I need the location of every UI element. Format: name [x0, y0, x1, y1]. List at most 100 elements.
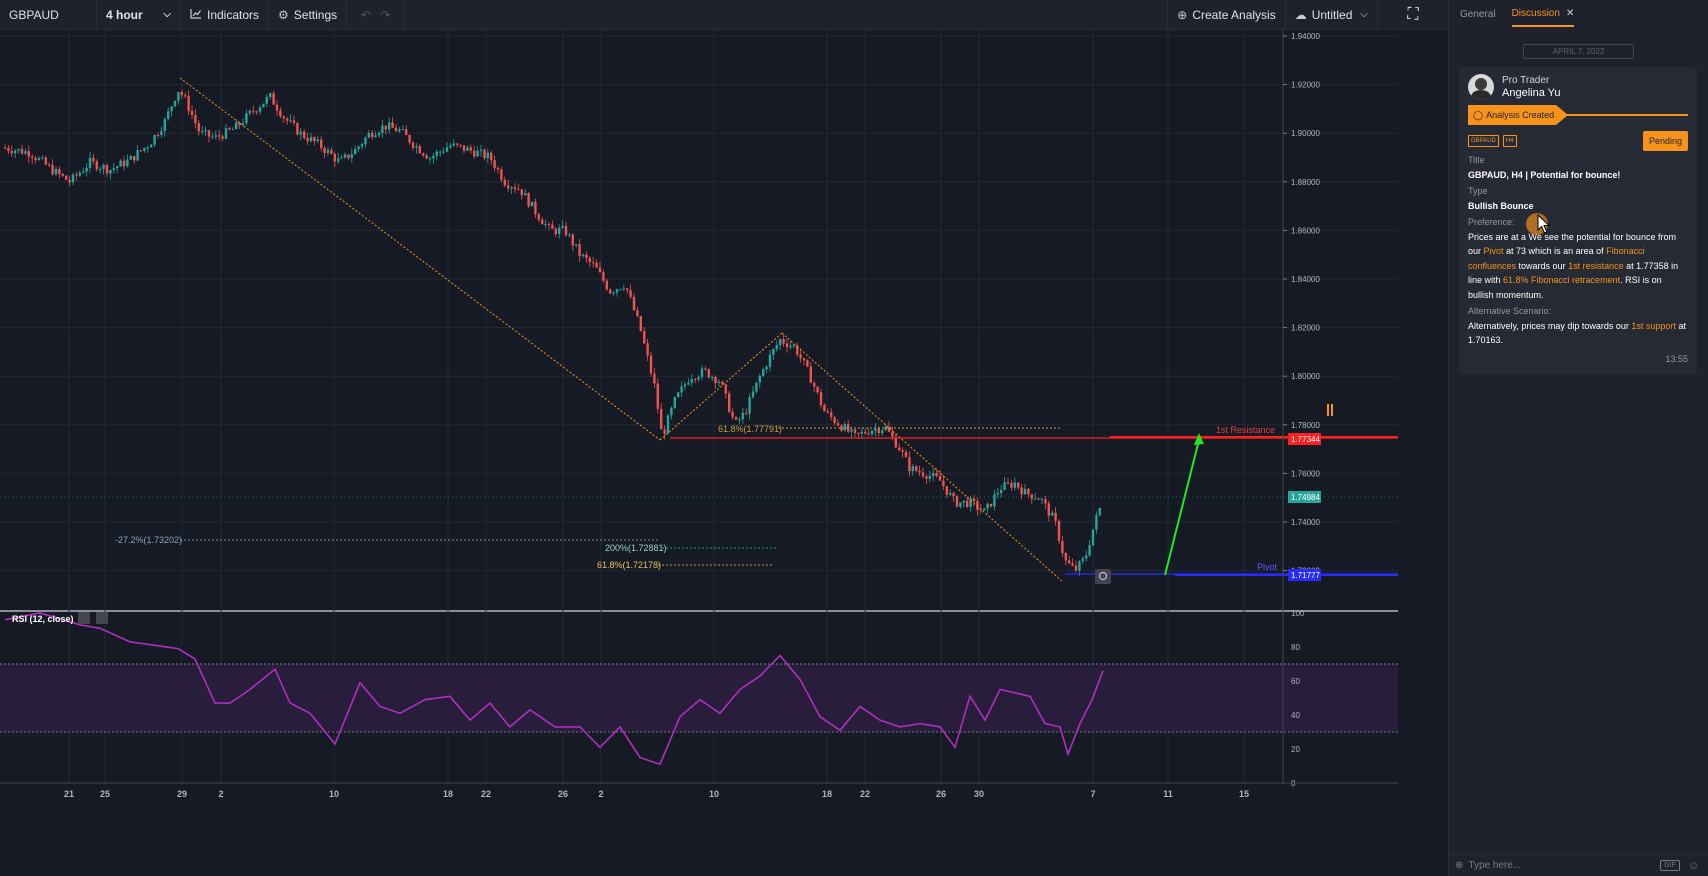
candle-body — [1000, 489, 1003, 494]
candle-body — [71, 174, 75, 183]
candle-body — [269, 93, 272, 97]
time-label: 7 — [1090, 789, 1095, 799]
candle-body — [296, 123, 299, 135]
tag-row: GBPAUD H4 Pending — [1468, 130, 1688, 152]
candle-body — [194, 115, 197, 124]
candle-body — [112, 168, 115, 171]
date-separator: APRIL 7, 2022 — [1523, 44, 1634, 59]
candle-body — [1068, 560, 1071, 564]
resize-handle — [1331, 404, 1333, 416]
candle-body — [646, 343, 649, 356]
candle-body — [184, 95, 187, 97]
candle-body — [524, 193, 527, 196]
mouse-pointer-icon — [1537, 214, 1551, 234]
candle-body — [58, 168, 61, 174]
interval-dropdown[interactable]: 4 hour ⌵ — [97, 0, 181, 30]
candle-body — [476, 151, 479, 157]
candle-body — [405, 129, 408, 136]
redo-icon[interactable]: ↷ — [380, 8, 390, 22]
settings-button[interactable]: ⚙ Settings — [269, 0, 348, 30]
tab-discussion[interactable]: Discussion ✕ — [1511, 2, 1575, 27]
candle-body — [813, 382, 816, 387]
candle-body — [320, 139, 323, 148]
candle-body — [955, 496, 959, 507]
candle-body — [605, 280, 608, 290]
pref-text-4: 73 which is an area of — [1516, 246, 1607, 256]
candle-body — [663, 429, 666, 434]
fullscreen-button[interactable]: ⛶ — [1378, 0, 1448, 30]
emoji-icon[interactable]: ☺ — [1688, 860, 1699, 872]
chart-area[interactable]: 61.8%(1.77791) -27.2%(1.73202) 200%(1.7288… — [0, 30, 1448, 876]
plus-circle-icon[interactable]: ⊕ — [1455, 860, 1463, 871]
time-label: 22 — [860, 789, 870, 799]
gif-button[interactable]: GIF — [1660, 860, 1680, 871]
candle-body — [762, 369, 765, 376]
candle-body — [639, 316, 642, 332]
symbol-search-button[interactable]: GBPAUD — [0, 0, 97, 30]
candle-body — [806, 360, 809, 367]
status-row: ◯ Analysis Created — [1468, 105, 1688, 125]
candle-body — [129, 156, 132, 160]
time-label: 18 — [822, 789, 832, 799]
candle-body — [374, 135, 377, 137]
candle-body — [972, 498, 976, 502]
candle-body — [704, 368, 707, 370]
candle-body — [343, 154, 347, 158]
candle-body — [483, 149, 486, 159]
alternative-label: Alternative Scenario: — [1468, 306, 1552, 316]
layout-dropdown[interactable]: ☁ Untitled ⌵ — [1286, 0, 1378, 30]
candle-body — [1013, 482, 1016, 488]
candle-body — [258, 107, 262, 112]
candle-body — [1064, 553, 1067, 561]
indicators-button[interactable]: Indicators — [181, 0, 270, 30]
candle-body — [286, 118, 289, 121]
candle-body — [388, 122, 391, 130]
candle-body — [75, 174, 78, 176]
candle-body — [7, 147, 10, 151]
candle-body — [864, 431, 867, 434]
price-label: 1.88000 — [1291, 178, 1320, 187]
time-label: 26 — [558, 789, 568, 799]
gear-icon — [78, 612, 90, 624]
candle-body — [877, 428, 880, 434]
candle-body — [748, 397, 751, 414]
candle-body — [683, 384, 687, 387]
candle-body — [602, 272, 605, 281]
candle-body — [146, 147, 149, 149]
candle-body — [490, 152, 493, 161]
candle-body — [799, 354, 802, 359]
analysis-sidebar: General Discussion ✕ APRIL 7, 2022 Pro Tr… — [1448, 0, 1708, 876]
candle-body — [37, 157, 41, 161]
candle-body — [337, 158, 340, 162]
candle-body — [673, 396, 676, 408]
undo-icon[interactable]: ↶ — [361, 8, 371, 22]
author-name[interactable]: Angelina Yu — [1502, 87, 1561, 100]
candle-body — [479, 149, 483, 152]
price-label: 1.92000 — [1291, 81, 1320, 90]
candle-body — [898, 447, 901, 451]
price-chart-canvas[interactable]: 61.8%(1.77791) -27.2%(1.73202) 200%(1.7288… — [0, 30, 1448, 876]
message-composer[interactable]: ⊕ Type here... GIF ☺ — [1449, 854, 1708, 876]
candle-body — [20, 148, 24, 154]
candle-body — [789, 345, 792, 348]
candle-body — [792, 345, 795, 347]
candle-body — [428, 158, 432, 160]
close-icon[interactable]: ✕ — [1566, 8, 1574, 19]
preference-label: Preference: — [1468, 217, 1515, 227]
avatar[interactable] — [1468, 74, 1494, 100]
candle-body — [1091, 529, 1095, 546]
candle-body — [779, 339, 782, 346]
candle-body — [340, 157, 343, 159]
candle-body — [911, 466, 914, 472]
candle-body — [452, 143, 455, 146]
create-analysis-button[interactable]: ⊕ Create Analysis — [1168, 0, 1286, 30]
gear-icon: ⚙ — [278, 7, 289, 22]
status-label: Analysis Created — [1486, 109, 1555, 120]
analysis-card: Pro Trader Angelina Yu ◯ Analysis Created… — [1459, 67, 1697, 374]
candle-body — [150, 144, 153, 148]
timeframe-tag: H4 — [1502, 135, 1517, 147]
candle-body — [979, 509, 982, 511]
candle-body — [279, 110, 282, 117]
candle-body — [44, 157, 47, 165]
tab-general[interactable]: General — [1460, 3, 1496, 26]
